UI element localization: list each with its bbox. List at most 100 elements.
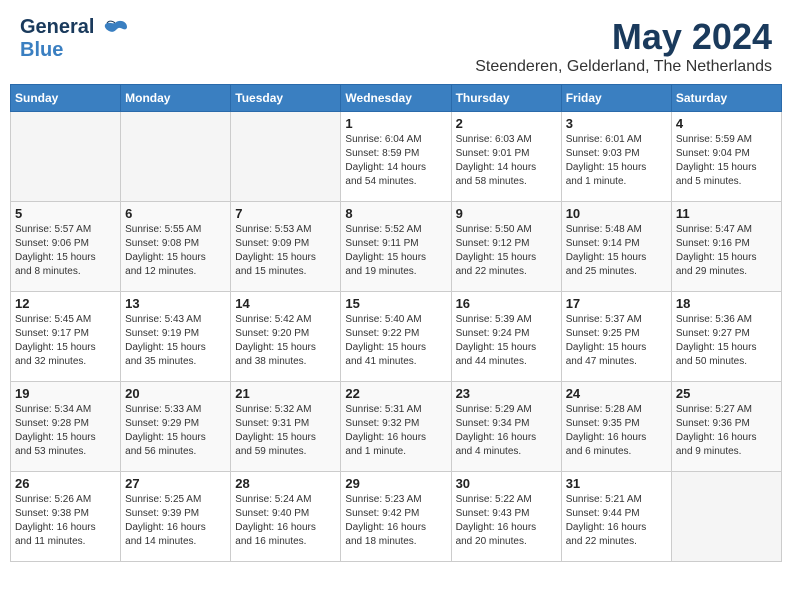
cell-5-7 [671, 472, 781, 562]
day-number: 15 [345, 296, 446, 311]
day-number: 11 [676, 206, 777, 221]
week-row-2: 5 Sunrise: 5:57 AM Sunset: 9:06 PM Daylig… [11, 202, 782, 292]
week-row-3: 12 Sunrise: 5:45 AM Sunset: 9:17 PM Dayli… [11, 292, 782, 382]
day-number: 10 [566, 206, 667, 221]
cell-2-3: 7 Sunrise: 5:53 AM Sunset: 9:09 PM Daylig… [231, 202, 341, 292]
day-number: 27 [125, 476, 226, 491]
logo: General Blue [20, 16, 129, 62]
day-info: Sunrise: 5:34 AM Sunset: 9:28 PM Dayligh… [15, 403, 116, 459]
day-number: 22 [345, 386, 446, 401]
day-number: 25 [676, 386, 777, 401]
day-number: 3 [566, 116, 667, 131]
day-number: 1 [345, 116, 446, 131]
cell-2-7: 11 Sunrise: 5:47 AM Sunset: 9:16 PM Dayli… [671, 202, 781, 292]
cell-2-1: 5 Sunrise: 5:57 AM Sunset: 9:06 PM Daylig… [11, 202, 121, 292]
day-info: Sunrise: 5:21 AM Sunset: 9:44 PM Dayligh… [566, 493, 667, 549]
header-thursday: Thursday [451, 85, 561, 112]
logo-bird-icon [101, 19, 129, 39]
day-number: 20 [125, 386, 226, 401]
week-row-5: 26 Sunrise: 5:26 AM Sunset: 9:38 PM Dayli… [11, 472, 782, 562]
cell-2-6: 10Sunrise: 5:48 AM Sunset: 9:14 PM Dayli… [561, 202, 671, 292]
day-number: 18 [676, 296, 777, 311]
day-info: Sunrise: 5:42 AM Sunset: 9:20 PM Dayligh… [235, 313, 336, 369]
week-row-4: 19 Sunrise: 5:34 AM Sunset: 9:28 PM Dayli… [11, 382, 782, 472]
cell-5-5: 30 Sunrise: 5:22 AM Sunset: 9:43 PM Dayli… [451, 472, 561, 562]
day-number: 13 [125, 296, 226, 311]
day-info: Sunrise: 6:01 AM Sunset: 9:03 PM Dayligh… [566, 133, 667, 189]
cell-3-5: 16 Sunrise: 5:39 AM Sunset: 9:24 PM Dayli… [451, 292, 561, 382]
day-number: 17 [566, 296, 667, 311]
day-number: 29 [345, 476, 446, 491]
day-info: Sunrise: 5:43 AM Sunset: 9:19 PM Dayligh… [125, 313, 226, 369]
weekday-header-row: Sunday Monday Tuesday Wednesday Thursday… [11, 85, 782, 112]
day-info: Sunrise: 5:31 AM Sunset: 9:32 PM Dayligh… [345, 403, 446, 459]
cell-4-5: 23Sunrise: 5:29 AM Sunset: 9:34 PM Dayli… [451, 382, 561, 472]
header-monday: Monday [121, 85, 231, 112]
day-number: 19 [15, 386, 116, 401]
cell-3-3: 14Sunrise: 5:42 AM Sunset: 9:20 PM Dayli… [231, 292, 341, 382]
cell-1-5: 2Sunrise: 6:03 AM Sunset: 9:01 PM Daylig… [451, 112, 561, 202]
cell-3-7: 18 Sunrise: 5:36 AM Sunset: 9:27 PM Dayli… [671, 292, 781, 382]
logo-blue-text: Blue [20, 39, 63, 62]
day-info: Sunrise: 5:47 AM Sunset: 9:16 PM Dayligh… [676, 223, 777, 279]
cell-4-3: 21Sunrise: 5:32 AM Sunset: 9:31 PM Dayli… [231, 382, 341, 472]
day-number: 2 [456, 116, 557, 131]
cell-1-4: 1 Sunrise: 6:04 AM Sunset: 8:59 PM Daylig… [341, 112, 451, 202]
cell-4-7: 25Sunrise: 5:27 AM Sunset: 9:36 PM Dayli… [671, 382, 781, 472]
day-number: 7 [235, 206, 336, 221]
cell-1-1 [11, 112, 121, 202]
day-info: Sunrise: 5:45 AM Sunset: 9:17 PM Dayligh… [15, 313, 116, 369]
day-info: Sunrise: 5:26 AM Sunset: 9:38 PM Dayligh… [15, 493, 116, 549]
header-tuesday: Tuesday [231, 85, 341, 112]
cell-2-5: 9Sunrise: 5:50 AM Sunset: 9:12 PM Daylig… [451, 202, 561, 292]
day-info: Sunrise: 5:39 AM Sunset: 9:24 PM Dayligh… [456, 313, 557, 369]
day-info: Sunrise: 5:29 AM Sunset: 9:34 PM Dayligh… [456, 403, 557, 459]
day-info: Sunrise: 5:22 AM Sunset: 9:43 PM Dayligh… [456, 493, 557, 549]
week-row-1: 1 Sunrise: 6:04 AM Sunset: 8:59 PM Daylig… [11, 112, 782, 202]
day-info: Sunrise: 5:53 AM Sunset: 9:09 PM Dayligh… [235, 223, 336, 279]
location-text: Steenderen, Gelderland, The Netherlands [475, 58, 772, 76]
cell-3-2: 13 Sunrise: 5:43 AM Sunset: 9:19 PM Dayli… [121, 292, 231, 382]
header-wednesday: Wednesday [341, 85, 451, 112]
cell-1-2 [121, 112, 231, 202]
calendar-header: Sunday Monday Tuesday Wednesday Thursday… [11, 85, 782, 112]
day-number: 28 [235, 476, 336, 491]
day-number: 4 [676, 116, 777, 131]
day-info: Sunrise: 5:36 AM Sunset: 9:27 PM Dayligh… [676, 313, 777, 369]
cell-3-1: 12 Sunrise: 5:45 AM Sunset: 9:17 PM Dayli… [11, 292, 121, 382]
calendar-table: Sunday Monday Tuesday Wednesday Thursday… [10, 84, 782, 562]
day-info: Sunrise: 5:57 AM Sunset: 9:06 PM Dayligh… [15, 223, 116, 279]
logo-general-text: General [20, 16, 129, 39]
cell-1-3 [231, 112, 341, 202]
day-number: 8 [345, 206, 446, 221]
day-info: Sunrise: 5:55 AM Sunset: 9:08 PM Dayligh… [125, 223, 226, 279]
cell-5-3: 28 Sunrise: 5:24 AM Sunset: 9:40 PM Dayli… [231, 472, 341, 562]
day-number: 12 [15, 296, 116, 311]
cell-5-2: 27 Sunrise: 5:25 AM Sunset: 9:39 PM Dayli… [121, 472, 231, 562]
day-number: 30 [456, 476, 557, 491]
calendar-body: 1 Sunrise: 6:04 AM Sunset: 8:59 PM Daylig… [11, 112, 782, 562]
day-info: Sunrise: 5:24 AM Sunset: 9:40 PM Dayligh… [235, 493, 336, 549]
day-info: Sunrise: 5:40 AM Sunset: 9:22 PM Dayligh… [345, 313, 446, 369]
day-info: Sunrise: 5:50 AM Sunset: 9:12 PM Dayligh… [456, 223, 557, 279]
cell-1-6: 3 Sunrise: 6:01 AM Sunset: 9:03 PM Daylig… [561, 112, 671, 202]
day-info: Sunrise: 5:32 AM Sunset: 9:31 PM Dayligh… [235, 403, 336, 459]
day-info: Sunrise: 5:52 AM Sunset: 9:11 PM Dayligh… [345, 223, 446, 279]
day-info: Sunrise: 5:25 AM Sunset: 9:39 PM Dayligh… [125, 493, 226, 549]
cell-5-4: 29Sunrise: 5:23 AM Sunset: 9:42 PM Dayli… [341, 472, 451, 562]
day-info: Sunrise: 5:28 AM Sunset: 9:35 PM Dayligh… [566, 403, 667, 459]
day-number: 26 [15, 476, 116, 491]
cell-3-4: 15 Sunrise: 5:40 AM Sunset: 9:22 PM Dayli… [341, 292, 451, 382]
day-info: Sunrise: 5:37 AM Sunset: 9:25 PM Dayligh… [566, 313, 667, 369]
day-number: 5 [15, 206, 116, 221]
cell-4-1: 19 Sunrise: 5:34 AM Sunset: 9:28 PM Dayli… [11, 382, 121, 472]
day-info: Sunrise: 5:33 AM Sunset: 9:29 PM Dayligh… [125, 403, 226, 459]
header-friday: Friday [561, 85, 671, 112]
cell-5-1: 26 Sunrise: 5:26 AM Sunset: 9:38 PM Dayli… [11, 472, 121, 562]
day-info: Sunrise: 6:04 AM Sunset: 8:59 PM Dayligh… [345, 133, 446, 189]
cell-1-7: 4 Sunrise: 5:59 AM Sunset: 9:04 PM Daylig… [671, 112, 781, 202]
day-number: 16 [456, 296, 557, 311]
title-block: May 2024 Steenderen, Gelderland, The Net… [475, 16, 772, 76]
day-info: Sunrise: 5:59 AM Sunset: 9:04 PM Dayligh… [676, 133, 777, 189]
day-number: 6 [125, 206, 226, 221]
